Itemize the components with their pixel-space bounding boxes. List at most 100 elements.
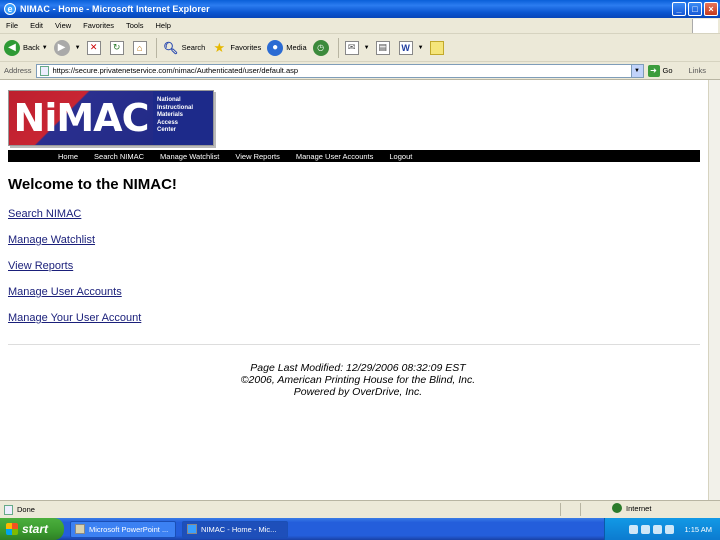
home-button[interactable]: ⌂ [132, 40, 150, 55]
copyright: ©2006, American Printing House for the B… [240, 374, 476, 386]
link-manage-your-user-account[interactable]: Manage Your User Account [8, 312, 141, 338]
link-manage-watchlist[interactable]: Manage Watchlist [8, 234, 141, 260]
task-ie-nimac[interactable]: NIMAC - Home - Mic... [182, 520, 288, 538]
note-icon [429, 40, 444, 55]
print-icon: ▤ [375, 40, 390, 55]
media-icon: ● [267, 39, 284, 56]
zone-label: Internet [626, 503, 652, 513]
history-icon: ◷ [312, 39, 329, 56]
title-bar: e NIMAC - Home - Microsoft Internet Expl… [0, 0, 720, 18]
links-toolbar[interactable]: Links [689, 66, 707, 75]
stop-button[interactable]: ✕ [86, 40, 104, 55]
nav-view-reports[interactable]: View Reports [235, 152, 279, 161]
logo-line: Materials [157, 112, 184, 118]
last-modified: Page Last Modified: 12/29/2006 08:32:09 … [250, 362, 466, 374]
tray-icon[interactable] [665, 524, 675, 534]
page-title: Welcome to the NIMAC! [8, 176, 177, 193]
nav-manage-user-accounts[interactable]: Manage User Accounts [296, 152, 374, 161]
star-icon: ★ [213, 39, 226, 55]
nimac-logo: NiMAC National Instructional Materials A… [8, 90, 214, 146]
menu-file[interactable]: File [6, 21, 18, 30]
task-label: Microsoft PowerPoint ... [89, 524, 169, 534]
toolbar-separator [155, 37, 157, 58]
forward-dropdown-icon[interactable]: ▼ [75, 45, 81, 51]
status-bar: Done Internet [0, 500, 720, 518]
powerpoint-icon [75, 524, 85, 534]
logo-line: National [157, 97, 181, 103]
print-button[interactable]: ▤ [375, 40, 393, 55]
task-powerpoint[interactable]: Microsoft PowerPoint ... [70, 520, 176, 538]
page-icon [4, 504, 13, 515]
favorites-label: Favorites [230, 43, 262, 52]
link-manage-user-accounts[interactable]: Manage User Accounts [8, 286, 141, 312]
tray-icon[interactable] [641, 524, 651, 534]
refresh-icon: ↻ [109, 40, 124, 55]
mail-icon: ✉ [344, 40, 359, 55]
edit-dropdown-icon[interactable]: ▼ [418, 45, 424, 51]
logo-mark: NiMAC [9, 91, 153, 145]
tray-icon[interactable] [629, 524, 639, 534]
minimize-button[interactable]: _ [672, 2, 686, 16]
favorites-button[interactable]: ★ Favorites [211, 39, 262, 56]
menu-favorites[interactable]: Favorites [83, 21, 114, 30]
status-text: Done [4, 504, 35, 515]
tray-icon[interactable] [653, 524, 663, 534]
nav-manage-watchlist[interactable]: Manage Watchlist [160, 152, 219, 161]
address-dropdown-icon[interactable]: ▼ [630, 64, 643, 77]
nav-home[interactable]: Home [58, 152, 78, 161]
edit-button[interactable]: W ▼ [398, 40, 424, 55]
menu-bar: File Edit View Favorites Tools Help [0, 18, 720, 34]
maximize-button[interactable]: □ [688, 2, 702, 16]
security-zone: Internet [612, 503, 651, 513]
status-cells [560, 503, 600, 516]
search-icon: 🔍︎ [162, 40, 179, 55]
menu-edit[interactable]: Edit [30, 21, 43, 30]
go-button[interactable]: ➜ Go [647, 64, 673, 77]
system-tray: 1:15 AM [604, 518, 720, 540]
go-arrow-icon: ➜ [647, 64, 660, 77]
vertical-scrollbar[interactable] [708, 80, 720, 500]
task-label: NIMAC - Home - Mic... [201, 524, 277, 534]
refresh-button[interactable]: ↻ [109, 40, 127, 55]
windows-logo-icon [692, 19, 718, 33]
site-nav: Home Search NIMAC Manage Watchlist View … [8, 150, 700, 162]
back-dropdown-icon[interactable]: ▼ [42, 45, 48, 51]
link-view-reports[interactable]: View Reports [8, 260, 141, 286]
media-button[interactable]: ● Media [267, 39, 307, 56]
menu-help[interactable]: Help [156, 21, 171, 30]
windows-flag-icon [6, 523, 18, 535]
clock[interactable]: 1:15 AM [684, 525, 712, 534]
powered-by: Powered by OverDrive, Inc. [293, 386, 423, 398]
ie-icon: e [4, 3, 16, 15]
back-button[interactable]: ◀ Back ▼ [4, 39, 48, 56]
link-search-nimac[interactable]: Search NIMAC [8, 208, 141, 234]
forward-arrow-icon: ▶ [53, 39, 70, 56]
divider [8, 344, 700, 345]
close-button[interactable]: × [704, 2, 718, 16]
forward-button[interactable]: ▶ ▼ [53, 39, 81, 56]
word-icon: W [398, 40, 413, 55]
home-icon: ⌂ [132, 40, 147, 55]
history-button[interactable]: ◷ [312, 39, 332, 56]
menu-view[interactable]: View [55, 21, 71, 30]
window-title: NIMAC - Home - Microsoft Internet Explor… [20, 4, 210, 14]
nav-search-nimac[interactable]: Search NIMAC [94, 152, 144, 161]
logo-text: National Instructional Materials Access … [153, 91, 213, 145]
mail-dropdown-icon[interactable]: ▼ [364, 45, 370, 51]
search-button[interactable]: 🔍︎ Search [162, 40, 205, 56]
stop-icon: ✕ [86, 40, 101, 55]
address-label: Address [4, 66, 32, 75]
mail-button[interactable]: ✉ ▼ [344, 40, 370, 55]
toolbar-separator [337, 37, 339, 58]
back-label: Back [23, 43, 40, 52]
messenger-button[interactable] [429, 40, 447, 55]
address-url: https://secure.privatenetservice.com/nim… [52, 66, 299, 75]
taskbar: start Microsoft PowerPoint ... NIMAC - H… [0, 518, 720, 540]
menu-tools[interactable]: Tools [126, 21, 144, 30]
start-label: start [22, 522, 49, 536]
address-bar: Address https://secure.privatenetservice… [0, 62, 720, 80]
globe-icon [612, 503, 622, 513]
nav-logout[interactable]: Logout [389, 152, 412, 161]
address-input[interactable]: https://secure.privatenetservice.com/nim… [35, 63, 644, 78]
start-button[interactable]: start [0, 518, 64, 540]
